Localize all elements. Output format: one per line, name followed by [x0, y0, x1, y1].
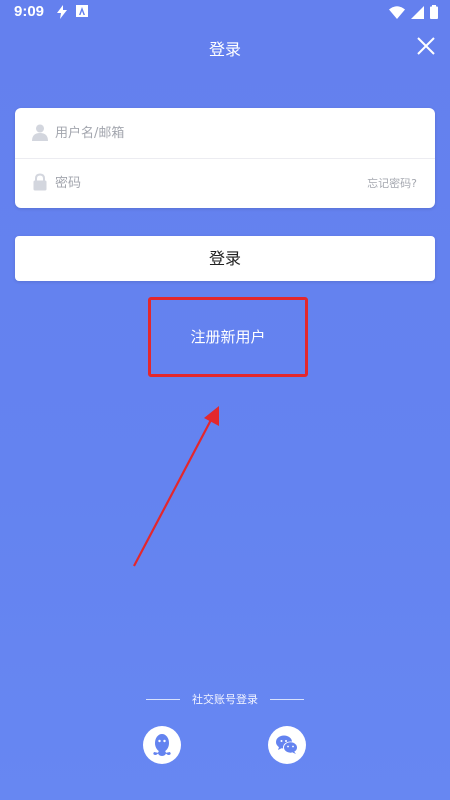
- wechat-icon: [276, 735, 298, 754]
- divider-line: [146, 698, 180, 700]
- lock-icon: [33, 173, 47, 191]
- password-row: 忘记密码?: [15, 158, 435, 208]
- social-login-label: 社交账号登录: [192, 693, 258, 706]
- close-icon: [417, 37, 435, 55]
- username-row: [15, 108, 435, 159]
- status-bar: 9:09: [0, 0, 450, 26]
- register-link[interactable]: 注册新用户: [148, 297, 308, 377]
- password-input[interactable]: [55, 170, 355, 196]
- close-button[interactable]: [414, 34, 438, 58]
- signal-icon: [411, 5, 424, 19]
- login-form-card: 忘记密码?: [15, 108, 435, 208]
- status-left-icons: [56, 5, 88, 19]
- battery-icon: [430, 5, 438, 19]
- social-login-title: 社交账号登录: [0, 691, 450, 707]
- wifi-icon: [389, 5, 405, 19]
- wechat-login-button[interactable]: [268, 726, 306, 764]
- username-input[interactable]: [55, 120, 355, 146]
- flash-icon: [57, 5, 67, 19]
- login-button[interactable]: 登录: [15, 236, 435, 281]
- qq-login-button[interactable]: [143, 726, 181, 764]
- status-time: 9:09: [14, 3, 45, 20]
- qq-icon: [153, 734, 171, 756]
- divider-line: [270, 698, 304, 700]
- status-right-icons: [389, 5, 438, 19]
- page-title: 登录: [208, 40, 241, 59]
- forgot-password-link[interactable]: 忘记密码?: [367, 175, 417, 191]
- accessibility-icon: [76, 5, 88, 17]
- user-icon: [32, 124, 48, 141]
